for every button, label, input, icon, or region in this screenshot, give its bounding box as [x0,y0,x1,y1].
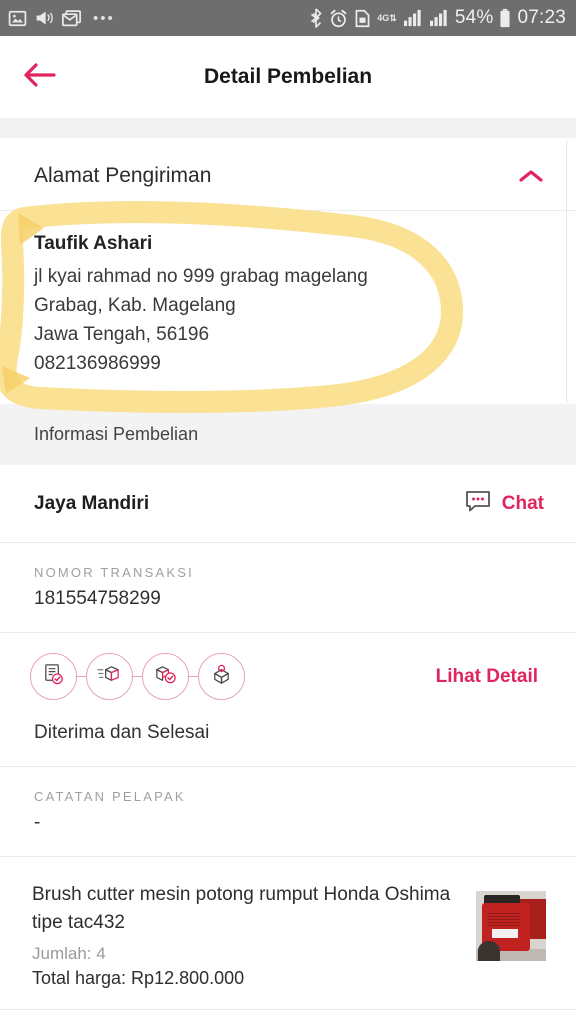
product-quantity: Jumlah: 4 [32,944,106,963]
chevron-up-icon[interactable] [516,166,546,186]
more-dots-icon: ••• [93,9,115,27]
step-shipping [86,653,133,700]
step-delivered [142,653,189,700]
product-title: Brush cutter mesin potong rumput Honda O… [32,884,451,933]
chat-button[interactable]: Chat [464,489,544,518]
shipping-address-header[interactable]: Alamat Pengiriman [0,138,576,210]
seller-note-block: CATATAN PELAPAK - [0,767,576,856]
section-spacer [0,118,576,138]
page-title: Detail Pembelian [203,65,373,88]
seller-note-label: CATATAN PELAPAK [34,789,186,804]
status-bar: ••• 4G ⇅ 54% 07:23 [0,0,576,36]
divider [0,1009,576,1010]
invoice-paid-icon [41,662,66,692]
battery-percent-label: 54% [454,7,494,28]
package-shipping-icon [97,662,122,692]
order-status-top: Lihat Detail [30,653,542,700]
transaction-number-value[interactable]: 181554758299 [34,588,542,610]
status-bar-left: ••• [8,9,115,28]
address-district: Grabag, Kab. Magelang [34,295,236,316]
thumbnail-shape-wheel [478,941,500,961]
transaction-number-block: NOMOR TRANSAKSI 181554758299 [0,543,576,632]
app-screen: ••• 4G ⇅ 54% 07:23 Detail Pembelian Alam… [0,0,576,1024]
address-province-postal: Jawa Tengah, 56196 [34,324,210,345]
arrow-left-icon [23,62,57,93]
step-connector [189,676,198,677]
transaction-number-label: NOMOR TRANSAKSI [34,565,194,580]
thumbnail-shape-label [492,929,518,938]
clock-label: 07:23 [517,7,566,28]
app-bar: Detail Pembelian [0,36,576,118]
step-connector [77,676,86,677]
purchase-info-card: Jaya Mandiri Chat NOMOR TRANSAKSI 181554… [0,465,576,1010]
address-street: jl kyai rahmad no 999 grabag magelang [34,266,368,287]
megaphone-icon [34,9,54,27]
thumbnail-shape-grill [488,913,520,927]
order-progress-steps [30,653,245,700]
network-4g-icon: 4G ⇅ [377,12,397,23]
sim-card-icon [354,9,371,28]
shop-row: Jaya Mandiri Chat [0,465,576,542]
back-button[interactable] [18,55,62,99]
step-connector [133,676,142,677]
alarm-icon [329,9,348,28]
chat-bubble-icon [464,489,492,518]
status-bar-right: 4G ⇅ 54% 07:23 [309,7,566,29]
chat-label: Chat [501,492,544,514]
step-completed [198,653,245,700]
step-order-placed [30,653,77,700]
order-status-block: Lihat Detail Diterima dan Selesai [0,633,576,766]
product-thumbnail[interactable] [476,891,546,961]
recipient-name: Taufik Ashari [34,233,153,254]
network-4g-label: 4G [377,12,390,23]
image-icon [8,9,27,28]
shipping-address-card: Alamat Pengiriman Taufik Ashari jl kyai … [0,138,576,404]
signal-bars-icon [403,9,423,27]
shop-name[interactable]: Jaya Mandiri [34,493,149,515]
product-info: Brush cutter mesin potong rumput Honda O… [32,881,462,989]
mail-icon [61,9,82,28]
signal-bars-2-icon [429,9,449,27]
purchase-info-section-header: Informasi Pembelian [0,404,576,465]
order-status-text: Diterima dan Selesai [34,722,210,743]
shipping-address-title: Alamat Pengiriman [34,164,212,187]
data-arrows-icon: ⇅ [389,13,397,23]
battery-icon [499,8,511,28]
shipping-address-body: Taufik Ashari jl kyai rahmad no 999 grab… [0,211,576,404]
package-delivered-icon [153,662,178,692]
product-row[interactable]: Brush cutter mesin potong rumput Honda O… [0,857,576,1009]
view-detail-link[interactable]: Lihat Detail [436,666,542,688]
seller-note-value: - [34,812,41,833]
product-total-price: Total harga: Rp12.800.000 [32,968,245,988]
package-opened-icon [209,662,234,692]
bluetooth-icon [309,8,323,28]
purchase-info-title: Informasi Pembelian [34,424,199,444]
address-phone: 082136986999 [34,353,161,374]
